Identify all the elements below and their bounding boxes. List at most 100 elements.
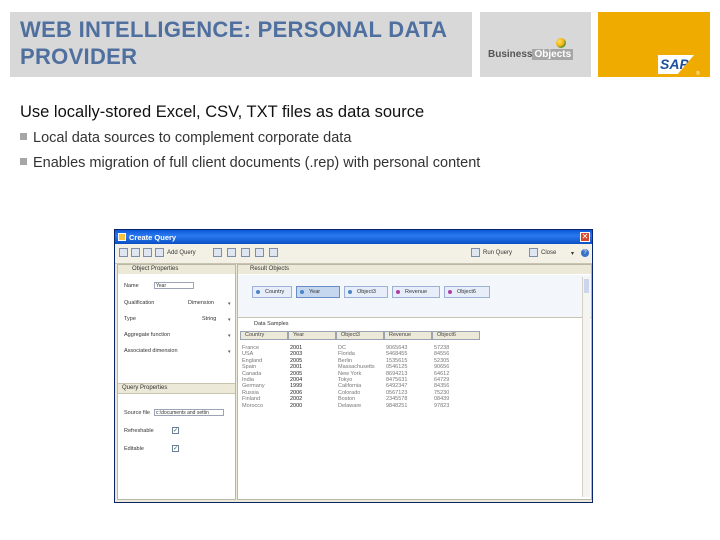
add-query-icon[interactable]	[155, 248, 164, 257]
result-objects-panel: Result Objects Country Year Object3 Reve…	[237, 264, 592, 500]
dimension-icon	[348, 290, 352, 294]
data-cell: 5468455	[386, 351, 408, 358]
sap-registered-mark: ®	[696, 71, 700, 77]
column-header-revenue[interactable]: Revenue	[384, 331, 432, 340]
query-properties-header: Query Properties	[118, 383, 235, 394]
toolbar: Add Query Run Query Close ▾ ?	[115, 244, 592, 264]
data-cell: 97823	[434, 402, 450, 409]
chip-label: Revenue	[405, 289, 428, 295]
data-cell: 1999	[290, 383, 303, 390]
window-titlebar[interactable]: Create Query ✕	[115, 230, 592, 244]
data-cell: 0546125	[386, 364, 408, 371]
table-view-icon[interactable]	[269, 248, 278, 257]
close-dropdown-arrow[interactable]: ▾	[571, 250, 574, 257]
type-dropdown-arrow[interactable]: ▾	[228, 317, 231, 323]
sql-icon[interactable]	[143, 248, 152, 257]
data-column-revenue: 9065643 5468455 1535615 0546125 8694213 84756…	[386, 345, 407, 409]
close-query-icon[interactable]	[529, 248, 538, 257]
result-objects-title: Result Objects	[250, 266, 290, 272]
result-object-object3[interactable]: Object3	[344, 286, 388, 298]
data-cell: 84356	[434, 383, 450, 390]
window-title: Create Query	[129, 233, 177, 242]
add-query-button[interactable]: Add Query	[167, 250, 196, 256]
type-value[interactable]: String	[202, 316, 216, 322]
bullet-square-icon	[20, 133, 27, 140]
source-file-label: Source file	[124, 410, 150, 416]
chip-label: Object6	[457, 289, 476, 295]
data-cell: Delaware	[338, 402, 362, 409]
refreshable-checkbox[interactable]: ✓	[172, 427, 179, 434]
sap-logo: SAP	[658, 55, 694, 74]
name-label: Name	[124, 283, 139, 289]
data-cell: 84556	[434, 351, 450, 358]
measure-icon	[396, 290, 400, 294]
aggregate-dropdown-arrow[interactable]: ▾	[228, 333, 231, 339]
bullet-item: Enables migration of full client documen…	[20, 155, 480, 171]
data-samples-label: Data Samples	[254, 321, 289, 327]
editable-label: Editable	[124, 446, 144, 452]
create-query-window: Create Query ✕ Add Query Run Query Close…	[114, 229, 593, 503]
editable-checkbox[interactable]: ✓	[172, 445, 179, 452]
aggregate-function-label: Aggregate function	[124, 332, 171, 338]
result-objects-strip: Country Year Object3 Revenue Object6	[238, 275, 591, 318]
source-file-field[interactable]: c:\documents and settin	[154, 409, 224, 416]
column-header-object3[interactable]: Object3	[336, 331, 384, 340]
bullet-text: Local data sources to complement corpora…	[33, 130, 352, 146]
associated-dropdown-arrow[interactable]: ▾	[228, 349, 231, 355]
vertical-scrollbar[interactable]	[582, 277, 590, 497]
run-query-button[interactable]: Run Query	[483, 250, 512, 256]
bullet-text: Enables migration of full client documen…	[33, 155, 481, 171]
data-cell: 2002	[290, 396, 303, 403]
help-button[interactable]: ?	[581, 249, 589, 257]
bo-logo-part1: Business	[488, 49, 533, 60]
result-object-country[interactable]: Country	[252, 286, 292, 298]
query-icon[interactable]	[119, 248, 128, 257]
sap-logo-text: SAP	[660, 56, 689, 72]
bullet-item: Local data sources to complement corpora…	[20, 130, 351, 146]
chip-label: Country	[265, 289, 285, 295]
chip-label: Year	[309, 289, 321, 295]
bullet-square-icon	[20, 158, 27, 165]
type-label: Type	[124, 316, 136, 322]
sap-panel: SAP ®	[598, 12, 710, 77]
column-header-year[interactable]: Year	[288, 331, 336, 340]
result-object-object6[interactable]: Object6	[444, 286, 490, 298]
data-cell: Massachusetts	[338, 364, 375, 371]
bo-logo-part2: Objects	[532, 49, 574, 60]
scrollbar-thumb[interactable]	[584, 279, 589, 293]
qualification-dropdown-arrow[interactable]: ▾	[228, 301, 231, 307]
data-column-object3: DC Florida Berlin Massachusetts New York Toky…	[338, 345, 375, 409]
name-field[interactable]: Year	[154, 282, 194, 289]
data-cell: 2345578	[386, 396, 408, 403]
data-cell: 90656	[434, 364, 450, 371]
dimension-icon	[256, 290, 260, 294]
qualification-value[interactable]: Dimension	[188, 300, 214, 306]
column-header-object6[interactable]: Object6	[432, 331, 480, 340]
column-header-country[interactable]: Country	[240, 331, 288, 340]
save-icon[interactable]	[241, 248, 250, 257]
business-objects-panel: Business Objects	[480, 12, 591, 77]
query-properties-title: Query Properties	[122, 385, 168, 391]
qualification-label: Qualification	[124, 300, 155, 306]
window-close-button[interactable]: ✕	[580, 232, 590, 242]
run-query-icon[interactable]	[471, 248, 480, 257]
data-cell: Morocco	[242, 402, 264, 409]
result-object-revenue[interactable]: Revenue	[392, 286, 440, 298]
data-cell: 6492347	[386, 383, 408, 390]
filter-icon[interactable]	[213, 248, 222, 257]
data-column-country: France USA England Spain Canada India Germany R…	[242, 345, 265, 409]
refresh-icon[interactable]	[255, 248, 264, 257]
result-object-year[interactable]: Year	[296, 286, 340, 298]
chip-label: Object3	[357, 289, 376, 295]
title-panel: WEB INTELLIGENCE: PERSONAL DATA PROVIDER	[10, 12, 472, 77]
business-objects-ball-icon	[556, 38, 566, 48]
data-cell: 08439	[434, 396, 450, 403]
slide-title: WEB INTELLIGENCE: PERSONAL DATA PROVIDER	[20, 17, 447, 69]
window-app-icon	[118, 233, 126, 241]
close-button[interactable]: Close	[541, 250, 556, 256]
properties-icon[interactable]	[131, 248, 140, 257]
data-cell: 2003	[290, 351, 303, 358]
delete-icon[interactable]	[227, 248, 236, 257]
measure-icon	[448, 290, 452, 294]
data-column-object6: 57238 84556 52305 90656 64612 64729 84356 75230…	[434, 345, 449, 409]
